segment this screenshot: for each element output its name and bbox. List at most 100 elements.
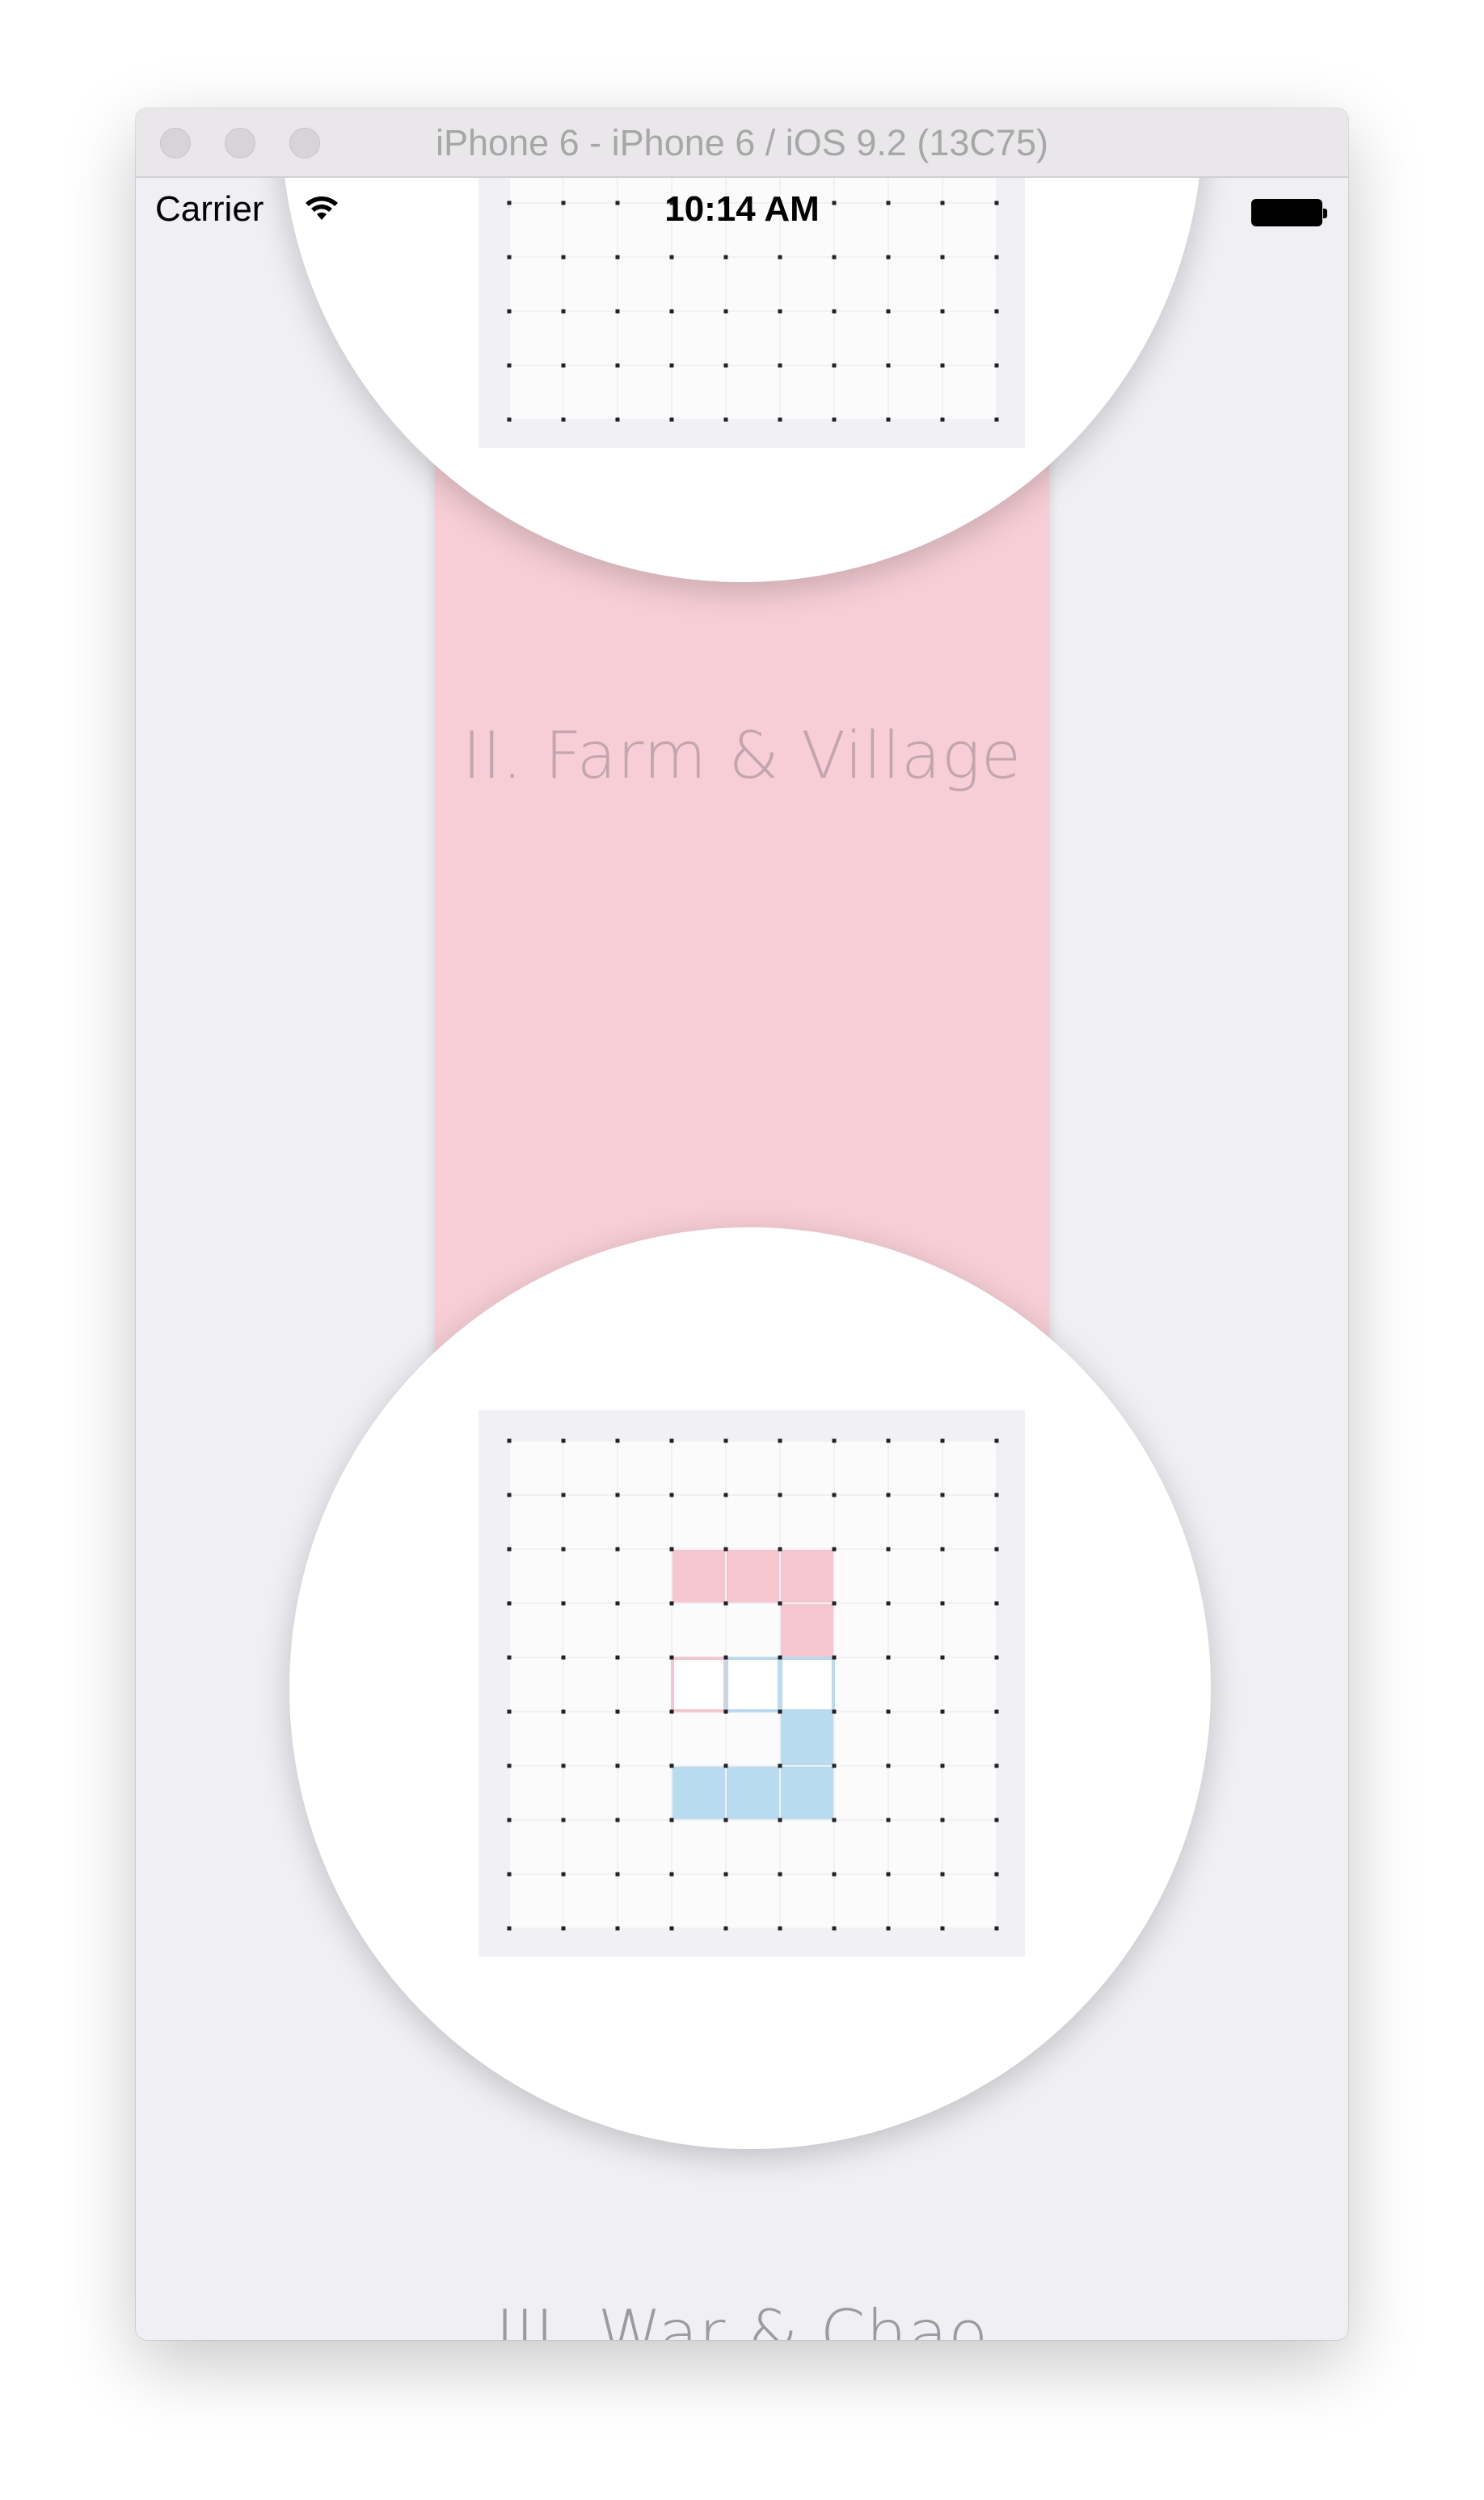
board-cell: [564, 1712, 617, 1765]
board-cell: [672, 312, 725, 365]
board-cell: [943, 312, 996, 365]
board-cell: [781, 1496, 833, 1548]
grid-dot: [723, 363, 728, 368]
grid-dot: [778, 255, 782, 260]
grid-dot: [669, 309, 674, 314]
grid-dot: [832, 1655, 837, 1660]
grid-dot: [994, 1763, 999, 1768]
grid-dot: [561, 1763, 566, 1768]
grid-dot: [832, 363, 837, 368]
grid-dot: [886, 255, 891, 260]
board-cell: [727, 312, 779, 365]
grid-dot: [940, 1655, 945, 1660]
grid-dot: [832, 1818, 837, 1822]
grid-dot: [723, 1709, 728, 1714]
board-cell: [727, 1496, 779, 1548]
pink-cell: [781, 1604, 833, 1657]
board-cell: [889, 366, 942, 419]
board-cell: [835, 312, 887, 365]
grid-dot: [723, 1763, 728, 1768]
board-cell: [835, 1712, 887, 1765]
window-title: iPhone 6 - iPhone 6 / iOS 9.2 (13C75): [436, 122, 1048, 163]
grid-dot: [994, 1493, 999, 1497]
grid-dot: [507, 1763, 512, 1768]
board-cell: [835, 1550, 887, 1603]
grid-dot: [615, 1493, 620, 1497]
grid-dot: [994, 1709, 999, 1714]
grid-dot: [778, 309, 782, 314]
board-cell: [781, 258, 833, 310]
grid-dot: [669, 1601, 674, 1606]
board-cell: [889, 1658, 942, 1711]
grid-dot: [994, 255, 999, 260]
board-cell: [510, 1712, 563, 1765]
board-cell: [835, 1496, 887, 1548]
level-board-war[interactable]: [479, 1410, 1025, 1957]
board-cell: [564, 312, 617, 365]
grid-dot: [561, 1438, 566, 1443]
board-cell: [943, 366, 996, 419]
grid-dot: [778, 1763, 782, 1768]
board-cell: [564, 258, 617, 310]
grid-dot: [832, 1438, 837, 1443]
grid-dot: [940, 1438, 945, 1443]
board-cell: [889, 1496, 942, 1548]
title-bar[interactable]: iPhone 6 - iPhone 6 / iOS 9.2 (13C75): [136, 108, 1348, 178]
board-cell: [510, 1604, 563, 1657]
grid-dot: [615, 1601, 620, 1606]
grid-dot: [507, 1655, 512, 1660]
board-cell: [618, 366, 671, 419]
board-cell: [727, 1821, 779, 1873]
grid-dot: [778, 1547, 782, 1552]
grid-dot: [615, 417, 620, 422]
grid-dot: [669, 255, 674, 260]
grid-dot: [507, 1926, 512, 1931]
grid-dot: [832, 1872, 837, 1877]
grid-dot: [615, 363, 620, 368]
board-cell: [835, 1875, 887, 1928]
grid-dot: [723, 1438, 728, 1443]
pink-cell: [727, 1550, 779, 1603]
app-screen: II. Farm & Village III. War & Chao: [136, 178, 1348, 2340]
grid-dot: [994, 309, 999, 314]
board-cell: [672, 258, 725, 310]
board-cell: [618, 312, 671, 365]
simulator-window: iPhone 6 - iPhone 6 / iOS 9.2 (13C75) II…: [136, 108, 1348, 2340]
grid-dot: [561, 363, 566, 368]
grid-dot: [886, 309, 891, 314]
grid-dot: [561, 1601, 566, 1606]
board-cell: [781, 312, 833, 365]
grid-dot: [778, 1438, 782, 1443]
grid-dot: [723, 1872, 728, 1877]
board-cell: [835, 1658, 887, 1711]
board-cell: [672, 1821, 725, 1873]
grid-dot: [994, 1926, 999, 1931]
board-cell: [510, 312, 563, 365]
grid-dot: [669, 1493, 674, 1497]
board-cell: [564, 1875, 617, 1928]
board-cell: [889, 312, 942, 365]
grid-dot: [778, 1655, 782, 1660]
board-cell: [889, 258, 942, 310]
board-cell: [564, 1767, 617, 1819]
board-cell: [727, 258, 779, 310]
board-cell: [618, 1821, 671, 1873]
grid-dot: [615, 1818, 620, 1822]
board-cell: [672, 1712, 725, 1765]
board-cell: [727, 1712, 779, 1765]
grid-dot: [940, 1926, 945, 1931]
grid-dot: [778, 1872, 782, 1877]
grid-dot: [723, 1493, 728, 1497]
blue-outline-cell: [725, 1657, 781, 1712]
grid-dot: [778, 1926, 782, 1931]
board-cell: [672, 1496, 725, 1548]
board-cell: [727, 1604, 779, 1657]
grid-dot: [940, 1763, 945, 1768]
grid-dot: [886, 1655, 891, 1660]
board-cell: [943, 1658, 996, 1711]
blue-cell: [672, 1767, 725, 1819]
board-cell: [618, 258, 671, 310]
grid-dot: [615, 1709, 620, 1714]
board-cell: [835, 1442, 887, 1494]
grid-dot: [561, 255, 566, 260]
